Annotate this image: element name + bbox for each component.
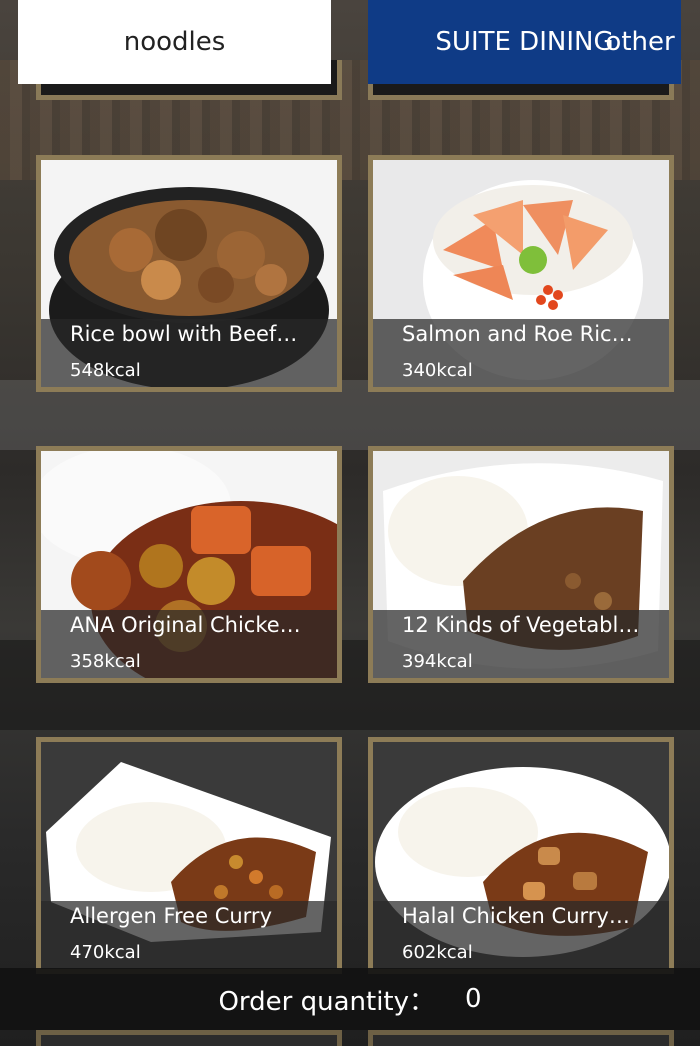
order-quantity-bar: Order quantity： 0 xyxy=(0,968,700,1030)
menu-item-name: Salmon and Roe Ric… xyxy=(402,322,633,346)
order-quantity-label: Order quantity： xyxy=(218,986,435,1017)
tab-suite-dining-label: SUITE DINING xyxy=(435,27,614,57)
menu-card[interactable]: Rice bowl with Beef… 548kcal xyxy=(36,155,342,392)
menu-item-kcal: 358kcal xyxy=(70,651,141,672)
next-row-card-left[interactable] xyxy=(36,1030,342,1046)
menu-item-kcal: 340kcal xyxy=(402,360,473,381)
menu-item-kcal: 548kcal xyxy=(70,360,141,381)
menu-item-kcal: 470kcal xyxy=(70,942,141,963)
menu-card[interactable]: 12 Kinds of Vegetabl… 394kcal xyxy=(368,446,674,683)
menu-card[interactable]: ANA Original Chicke… 358kcal xyxy=(36,446,342,683)
order-quantity-value: 0 xyxy=(465,984,482,1014)
menu-item-name: Rice bowl with Beef… xyxy=(70,322,298,346)
menu-item-kcal: 394kcal xyxy=(402,651,473,672)
menu-item-name: Allergen Free Curry xyxy=(70,904,272,928)
menu-item-name: Halal Chicken Curry… xyxy=(402,904,630,928)
tab-noodles-label: noodles xyxy=(123,27,226,57)
menu-item-name: 12 Kinds of Vegetabl… xyxy=(402,613,640,637)
tab-suite-dining[interactable]: SUITE DINING other xyxy=(368,0,681,84)
next-row-card-right[interactable] xyxy=(368,1030,674,1046)
menu-card[interactable]: Halal Chicken Curry… 602kcal xyxy=(368,737,674,974)
menu-card[interactable]: Allergen Free Curry 470kcal xyxy=(36,737,342,974)
tab-other-label: other xyxy=(605,27,675,57)
menu-card[interactable]: Salmon and Roe Ric… 340kcal xyxy=(368,155,674,392)
menu-item-name: ANA Original Chicke… xyxy=(70,613,301,637)
menu-item-kcal: 602kcal xyxy=(402,942,473,963)
tab-noodles[interactable]: noodles xyxy=(18,0,331,84)
